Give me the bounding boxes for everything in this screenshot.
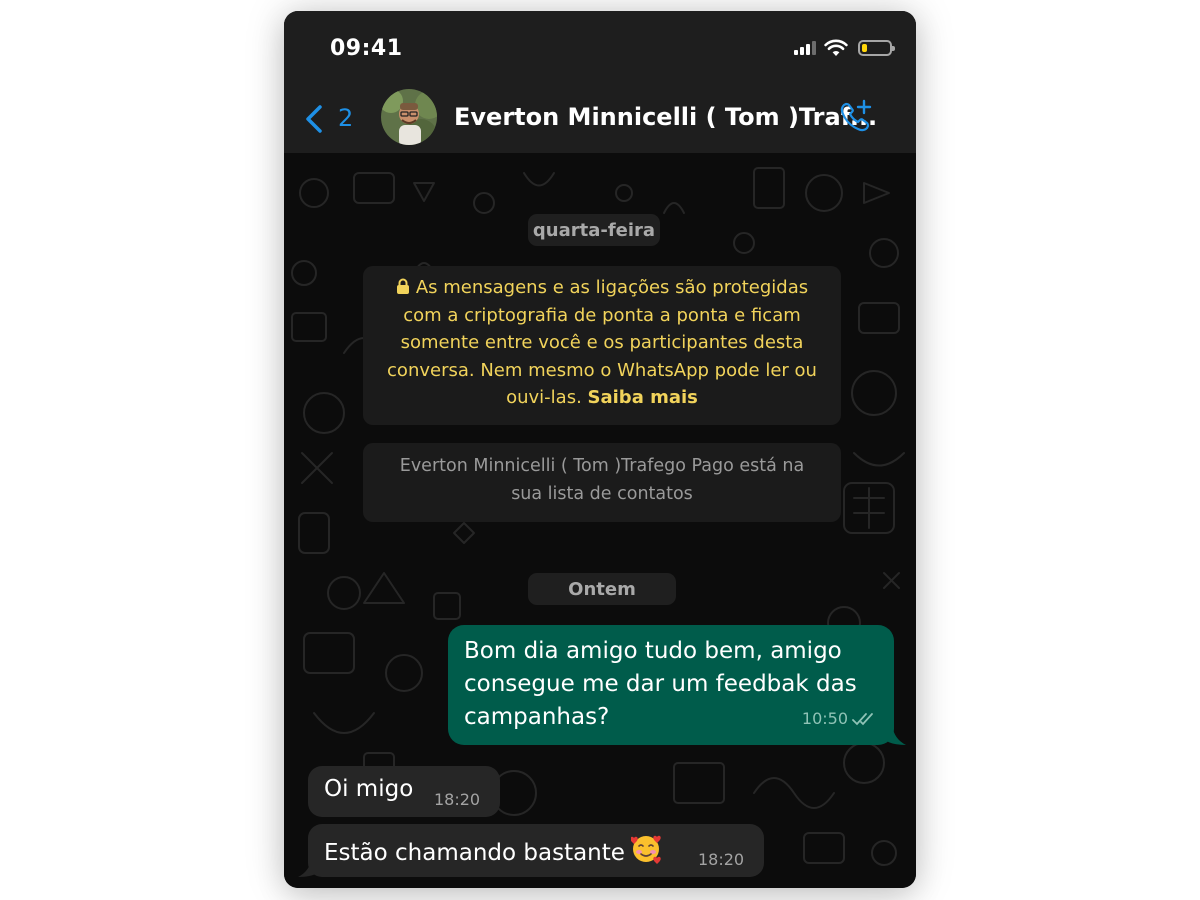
wifi-icon <box>824 39 848 56</box>
lock-icon <box>396 278 409 294</box>
message-text: Oi migo <box>324 776 414 802</box>
chevron-left-icon[interactable] <box>304 104 324 134</box>
battery-level <box>862 44 867 52</box>
chat-header: 09:41 2 Everton Minnicelli (Tom)Traf..… <box>284 11 916 153</box>
contact-name[interactable]: Everton Minnicelli ( Tom )Traf... <box>454 103 877 131</box>
message-time: 18:20 <box>434 790 481 809</box>
message-time: 10:50 <box>801 709 848 728</box>
message-body: Estão chamando bastante <box>324 834 661 866</box>
message-text: Estão chamando bastante <box>324 840 625 866</box>
avatar[interactable] <box>381 89 437 145</box>
phone-plus-icon[interactable] <box>837 99 873 135</box>
status-icons <box>794 39 895 57</box>
status-time: 09:41 <box>330 36 403 61</box>
double-check-icon <box>852 712 873 725</box>
message-text: Bom dia amigo tudo bem, amigo consegue m… <box>464 638 857 730</box>
battery-icon <box>858 40 895 56</box>
message-meta: 10:50 <box>802 702 876 735</box>
date-separator: quarta-feira <box>528 214 660 246</box>
signal-icon <box>794 41 816 55</box>
message-time: 18:20 <box>698 850 745 869</box>
learn-more-link[interactable]: Saiba mais <box>588 387 698 408</box>
back-count[interactable]: 2 <box>338 104 353 132</box>
outgoing-message[interactable]: Bom dia amigo tudo bem, amigo consegue m… <box>448 625 894 745</box>
date-separator: Ontem <box>528 573 676 605</box>
bubble-tail <box>298 857 320 877</box>
phone-screen: 09:41 2 Everton Minnicelli (Tom)Traf..… <box>284 11 916 888</box>
bubble-tail <box>884 725 906 745</box>
incoming-message[interactable]: Estão chamando bastante 18:20 <box>308 824 764 877</box>
chat-area[interactable]: quarta-feira As mensagens e as ligações … <box>284 153 916 888</box>
incoming-message[interactable]: Oi migo 18:20 <box>308 766 500 817</box>
smiling-face-with-hearts-icon <box>630 835 661 864</box>
encryption-notice[interactable]: As mensagens e as ligações são protegida… <box>363 266 841 425</box>
contact-notice: Everton Minnicelli ( Tom )Trafego Pago e… <box>363 443 841 522</box>
